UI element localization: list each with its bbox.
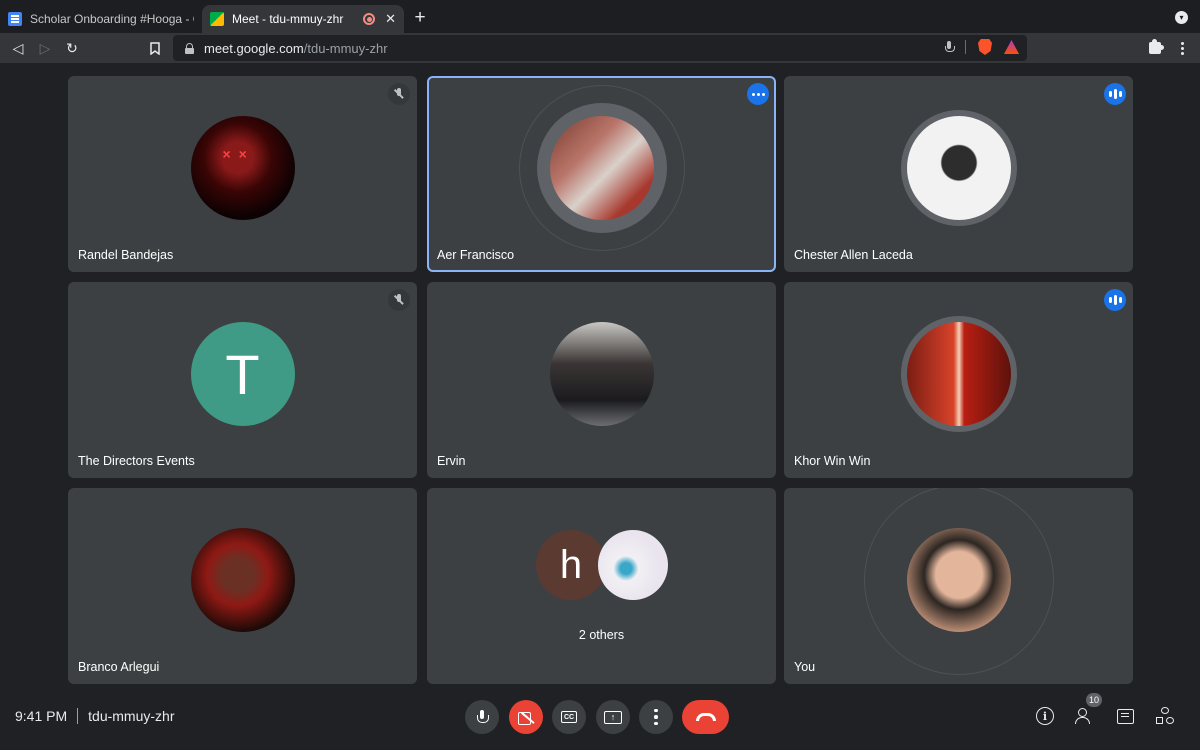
closed-captions-icon: CC: [561, 711, 577, 723]
captions-button[interactable]: CC: [552, 700, 586, 734]
participant-name: Chester Allen Laceda: [794, 248, 913, 262]
avatar: [906, 322, 1011, 427]
others-count: 2 others: [578, 628, 625, 642]
participant-name: Aer Francisco: [437, 248, 515, 262]
reload-button[interactable]: ↻: [63, 39, 81, 57]
avatar: [906, 528, 1011, 633]
participant-tile[interactable]: Randel Bandejas: [68, 76, 417, 272]
present-button[interactable]: ↑: [596, 700, 630, 734]
kebab-menu-icon: [1180, 41, 1184, 55]
avatar: [549, 322, 654, 427]
activities-button[interactable]: [1155, 706, 1175, 726]
bookmark-button[interactable]: [146, 39, 164, 57]
people-button[interactable]: [1075, 706, 1095, 726]
avatar: [190, 116, 295, 221]
participant-tile[interactable]: Branco Arlegui: [68, 488, 417, 684]
url-host: meet.google.com: [204, 40, 304, 56]
recording-indicator-icon: [363, 13, 376, 25]
tab-meet[interactable]: Meet - tdu-mmuy-zhr ✕: [202, 5, 404, 33]
close-tab-icon[interactable]: ✕: [385, 11, 396, 27]
audio-level-icon: [1104, 289, 1126, 311]
avatar: T: [190, 322, 295, 427]
more-options-button[interactable]: [639, 700, 673, 734]
tab-title: Meet - tdu-mmuy-zhr: [232, 12, 344, 26]
address-bar[interactable]: meet.google.com /tdu-mmuy-zhr: [173, 35, 1027, 61]
avatar: [906, 116, 1011, 221]
browser-tabstrip: Scholar Onboarding #Hooga - Goog Meet - …: [0, 0, 1200, 33]
chat-button[interactable]: [1115, 706, 1135, 726]
tab-search-chevron-icon[interactable]: ▾: [1175, 11, 1188, 24]
meeting-code: tdu-mmuy-zhr: [88, 708, 175, 724]
participant-tile[interactable]: Ervin: [427, 282, 776, 478]
activities-icon: [1156, 707, 1174, 725]
info-icon: i: [1036, 707, 1054, 725]
participant-name: Ervin: [437, 454, 466, 468]
chat-icon: [1116, 708, 1134, 724]
meeting-info: 9:41 PM tdu-mmuy-zhr: [15, 708, 175, 724]
avatar: [549, 116, 654, 221]
people-count-badge: 10: [1086, 693, 1102, 707]
more-vert-icon: [654, 708, 658, 726]
participant-name: The Directors Events: [78, 454, 195, 468]
microphone-in-use-icon[interactable]: [945, 41, 955, 53]
forward-button[interactable]: ▷: [36, 39, 54, 57]
meeting-details-button[interactable]: i: [1035, 706, 1055, 726]
participant-tile-self[interactable]: You: [784, 488, 1133, 684]
muted-mic-icon: [388, 83, 410, 105]
participant-name: Khor Win Win: [794, 454, 871, 468]
camera-off-button[interactable]: [509, 700, 543, 734]
participant-name: Branco Arlegui: [78, 660, 160, 674]
present-screen-icon: ↑: [604, 710, 622, 724]
google-docs-icon: [8, 12, 22, 26]
google-meet-icon: [210, 12, 224, 26]
tab-title: Scholar Onboarding #Hooga - Goog: [30, 12, 194, 26]
brave-shields-icon[interactable]: [978, 39, 992, 55]
browser-menu-button[interactable]: [1174, 40, 1190, 56]
avatar: h: [536, 530, 606, 600]
participant-tile[interactable]: Chester Allen Laceda: [784, 76, 1133, 272]
meeting-time: 9:41 PM: [15, 708, 68, 724]
participant-tile[interactable]: T The Directors Events: [68, 282, 417, 478]
microphone-icon: [477, 710, 489, 724]
camera-off-icon: [518, 711, 534, 725]
hangup-button[interactable]: [682, 700, 729, 734]
avatar: [190, 528, 295, 633]
muted-mic-icon: [388, 289, 410, 311]
hangup-phone-icon: [695, 713, 716, 721]
divider: [965, 40, 966, 54]
url-path: /tdu-mmuy-zhr: [303, 40, 388, 56]
more-options-icon[interactable]: [747, 83, 769, 105]
lock-icon: [185, 42, 194, 54]
participant-name: Randel Bandejas: [78, 248, 174, 262]
extensions-button[interactable]: [1147, 39, 1164, 56]
back-button[interactable]: ◁: [9, 39, 27, 57]
brave-rewards-icon[interactable]: [1004, 40, 1019, 54]
puzzle-icon: [1149, 39, 1164, 54]
people-icon: [1075, 708, 1095, 724]
bookmark-icon: [150, 41, 160, 55]
divider: [77, 708, 79, 724]
avatar: [598, 530, 668, 600]
browser-toolbar: ◁ ▷ ↻ meet.google.com /tdu-mmuy-zhr: [0, 33, 1200, 63]
tab-scholar-onboarding[interactable]: Scholar Onboarding #Hooga - Goog: [0, 5, 202, 33]
others-tile[interactable]: h 2 others: [427, 488, 776, 684]
participant-name: You: [794, 660, 816, 674]
new-tab-button[interactable]: +: [410, 8, 430, 28]
meeting-controls-bar: 9:41 PM tdu-mmuy-zhr CC ↑ i 10: [0, 690, 1200, 750]
participant-tile[interactable]: Khor Win Win: [784, 282, 1133, 478]
participant-tile[interactable]: Aer Francisco: [427, 76, 776, 272]
mic-button[interactable]: [465, 700, 499, 734]
audio-level-icon: [1104, 83, 1126, 105]
